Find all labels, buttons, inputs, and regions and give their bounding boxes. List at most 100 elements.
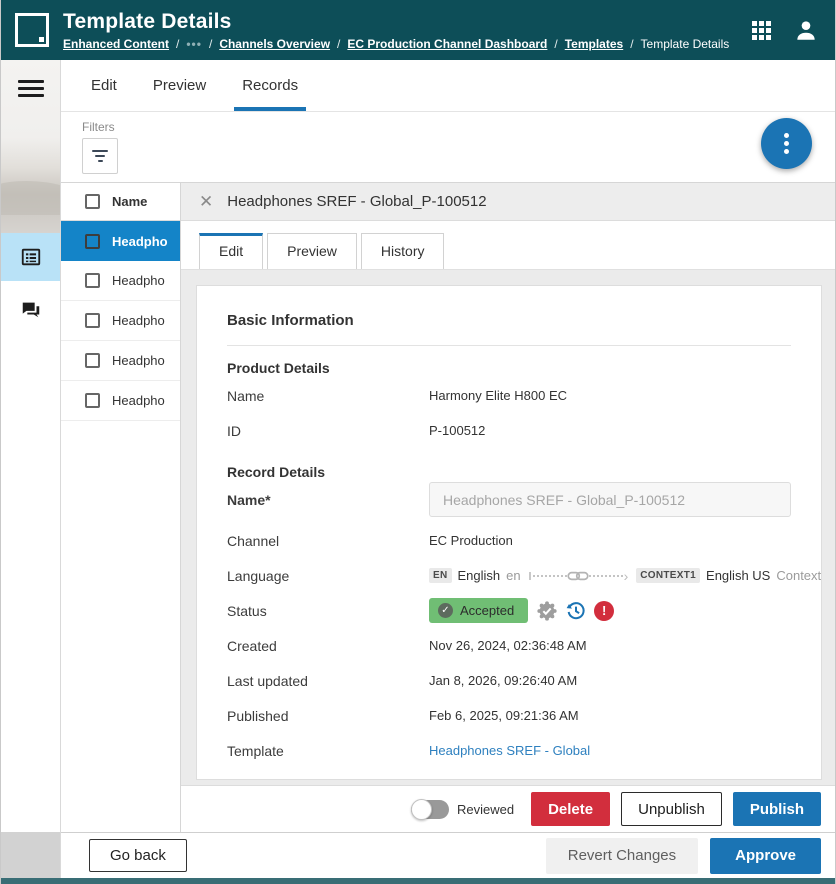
- detail-tab-history[interactable]: History: [361, 233, 445, 269]
- source-language-name: English: [458, 568, 501, 583]
- template-details-page: Template Details Enhanced Content / ••• …: [0, 0, 836, 884]
- field-row-status: Status ✓ Accepted: [227, 593, 791, 628]
- field-row-record-name: Name*: [227, 482, 791, 517]
- field-label: Language: [227, 568, 429, 584]
- reviewed-label: Reviewed: [457, 802, 514, 817]
- sidebar-item-records[interactable]: [1, 233, 60, 281]
- breadcrumb-templates[interactable]: Templates: [565, 37, 623, 51]
- breadcrumb-ec-production-channel-dashboard[interactable]: EC Production Channel Dashboard: [347, 37, 547, 51]
- detail-tab-preview[interactable]: Preview: [267, 233, 357, 269]
- footer-right-buttons: Revert Changes Approve: [546, 838, 821, 874]
- field-value: Feb 6, 2025, 09:21:36 AM: [429, 708, 791, 723]
- page-body: Edit Preview Records Filters: [1, 60, 835, 878]
- app-logo-icon: [15, 13, 49, 47]
- language-link-connector: ›: [529, 568, 629, 584]
- template-link[interactable]: Headphones SREF - Global: [429, 743, 590, 758]
- record-row-3[interactable]: Headpho: [61, 301, 180, 341]
- select-all-checkbox[interactable]: [85, 194, 100, 209]
- verified-seal-icon[interactable]: [536, 600, 558, 622]
- publish-button[interactable]: Publish: [733, 792, 821, 826]
- header-icons: [752, 17, 819, 43]
- row-checkbox[interactable]: [85, 313, 100, 328]
- record-row-1[interactable]: Headpho: [61, 221, 180, 261]
- field-row-language: Language EN English en: [227, 558, 791, 593]
- record-name: Headpho: [112, 353, 165, 368]
- app-header: Template Details Enhanced Content / ••• …: [1, 0, 835, 60]
- go-back-button[interactable]: Go back: [89, 839, 187, 872]
- main-area: Edit Preview Records Filters: [61, 60, 835, 878]
- content-row: Name Headpho Headpho Headpho: [61, 182, 835, 832]
- tab-preview[interactable]: Preview: [139, 60, 220, 111]
- record-row-5[interactable]: Headpho: [61, 381, 180, 421]
- link-chain-icon: [567, 569, 589, 583]
- filter-button[interactable]: [82, 138, 118, 174]
- page-title: Template Details: [63, 9, 740, 34]
- row-checkbox[interactable]: [85, 353, 100, 368]
- field-label: Created: [227, 638, 429, 654]
- field-row-published: Published Feb 6, 2025, 09:21:36 AM: [227, 698, 791, 733]
- field-value: Harmony Elite H800 EC: [429, 388, 791, 403]
- record-name-input[interactable]: [429, 482, 791, 517]
- row-checkbox[interactable]: [85, 393, 100, 408]
- user-profile-icon[interactable]: [793, 17, 819, 43]
- approve-button[interactable]: Approve: [710, 838, 821, 874]
- card-heading: Basic Information: [227, 312, 791, 346]
- revert-changes-button[interactable]: Revert Changes: [546, 838, 698, 874]
- field-label: ID: [227, 423, 429, 439]
- unpublish-button[interactable]: Unpublish: [621, 792, 722, 826]
- breadcrumb-enhanced-content[interactable]: Enhanced Content: [63, 37, 169, 51]
- detail-action-bar: Reviewed Delete Unpublish Publish: [181, 785, 835, 832]
- hamburger-menu-icon[interactable]: [18, 80, 44, 97]
- top-tabbar: Edit Preview Records: [61, 60, 835, 112]
- breadcrumb-collapsed-ellipsis[interactable]: •••: [186, 37, 202, 51]
- row-checkbox[interactable]: [85, 273, 100, 288]
- sidebar-item-comments[interactable]: [1, 285, 60, 333]
- breadcrumb-template-details-current: Template Details: [641, 37, 730, 51]
- field-row-created: Created Nov 26, 2024, 02:36:48 AM: [227, 628, 791, 663]
- record-row-4[interactable]: Headpho: [61, 341, 180, 381]
- close-icon[interactable]: ✕: [199, 193, 213, 210]
- records-list: Name Headpho Headpho Headpho: [61, 183, 181, 832]
- breadcrumb-channels-overview[interactable]: Channels Overview: [219, 37, 330, 51]
- detail-body: Basic Information Product Details Name H…: [181, 269, 835, 785]
- breadcrumb-separator: /: [337, 37, 340, 51]
- field-label: Last updated: [227, 673, 429, 689]
- field-label: Name*: [227, 492, 429, 508]
- name-column-header: Name: [112, 194, 147, 209]
- breadcrumb-separator: /: [554, 37, 557, 51]
- tab-records[interactable]: Records: [228, 60, 312, 111]
- record-name: Headpho: [112, 273, 165, 288]
- record-details-heading: Record Details: [227, 464, 791, 480]
- header-text: Template Details Enhanced Content / ••• …: [63, 9, 740, 50]
- status-icons: !: [536, 600, 614, 622]
- detail-tab-edit[interactable]: Edit: [199, 233, 263, 269]
- record-row-2[interactable]: Headpho: [61, 261, 180, 301]
- connector-dots: [589, 575, 623, 577]
- filter-icon: [92, 150, 108, 152]
- left-sidebar: [1, 60, 61, 878]
- records-list-icon: [20, 246, 42, 268]
- check-circle-icon: ✓: [438, 603, 453, 618]
- field-value: P-100512: [429, 423, 791, 438]
- status-text: Accepted: [460, 603, 514, 618]
- tab-edit[interactable]: Edit: [77, 60, 131, 111]
- connector-arrow-icon: ›: [624, 568, 629, 584]
- app-switcher-grid-icon[interactable]: [752, 21, 771, 40]
- page-footer: Go back Revert Changes Approve: [61, 832, 835, 878]
- error-alert-icon[interactable]: !: [594, 601, 614, 621]
- version-history-icon[interactable]: [565, 600, 587, 622]
- field-row-last-updated: Last updated Jan 8, 2026, 09:26:40 AM: [227, 663, 791, 698]
- delete-button[interactable]: Delete: [531, 792, 610, 826]
- more-actions-fab[interactable]: [761, 118, 812, 169]
- reviewed-toggle[interactable]: [411, 800, 449, 819]
- bottom-teal-strip: [1, 878, 835, 884]
- basic-information-card: Basic Information Product Details Name H…: [196, 285, 822, 780]
- record-name: Headpho: [112, 234, 168, 249]
- row-checkbox[interactable]: [85, 234, 100, 249]
- breadcrumb-separator: /: [630, 37, 633, 51]
- record-name: Headpho: [112, 313, 165, 328]
- target-language-name: English US: [706, 568, 770, 583]
- field-row-product-name: Name Harmony Elite H800 EC: [227, 378, 791, 413]
- field-label: Channel: [227, 533, 429, 549]
- sidebar-footer-block: [1, 832, 60, 878]
